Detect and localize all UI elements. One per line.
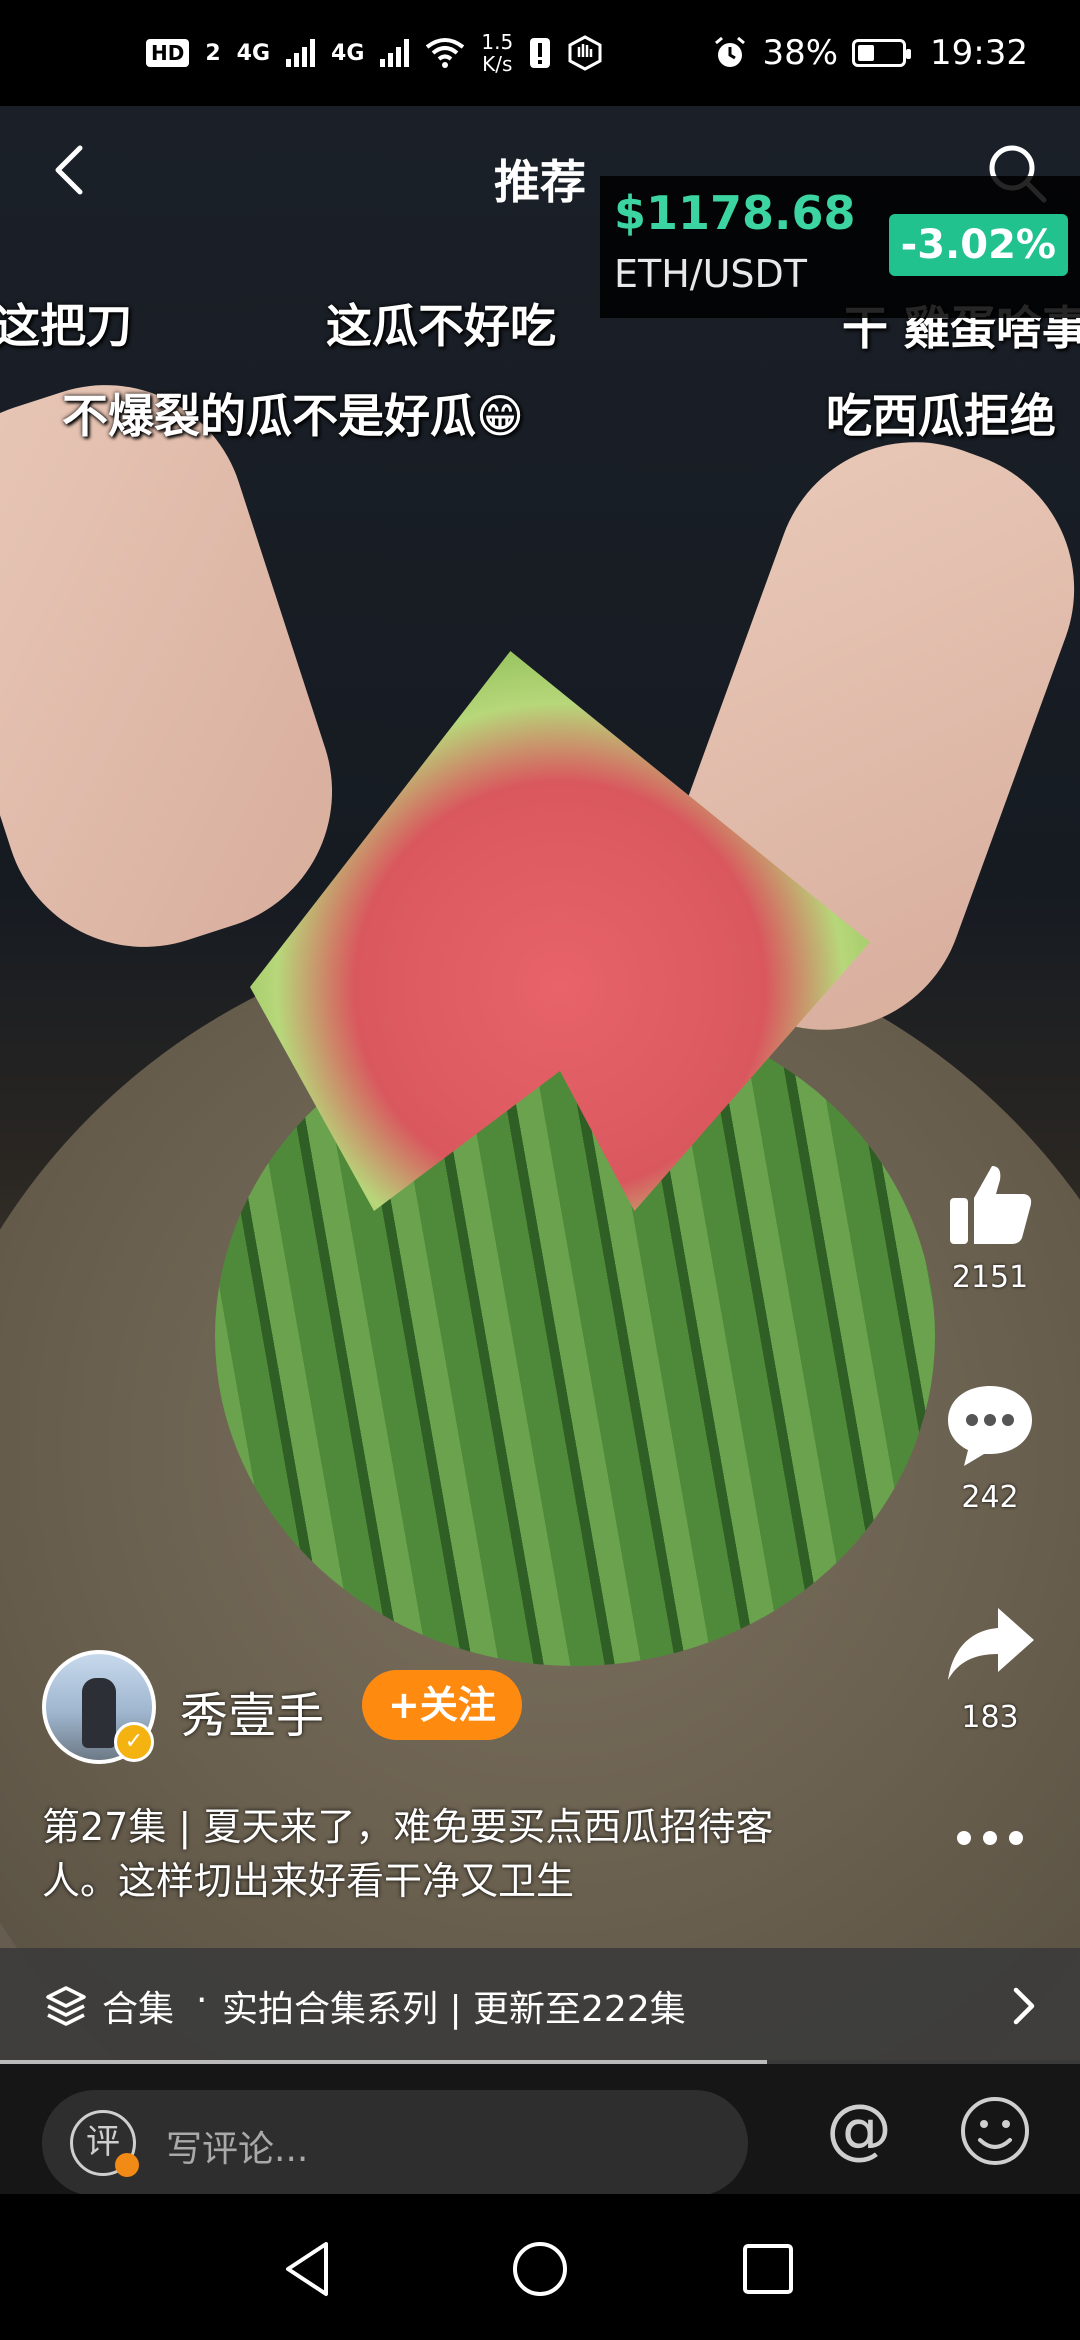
status-right: 38% 19:32 <box>712 0 1028 106</box>
wifi-icon <box>426 38 465 68</box>
nav-recents-icon[interactable] <box>733 2234 803 2304</box>
collection-separator: · <box>196 1980 208 2021</box>
alert-icon <box>530 38 551 68</box>
share-button[interactable]: 183 <box>930 1600 1050 1735</box>
ticker-change: -3.02% <box>888 214 1068 276</box>
hd-icon: HD <box>146 39 190 67</box>
share-count: 183 <box>961 1700 1019 1735</box>
thumbs-up-icon <box>950 1166 1032 1244</box>
collection-bar[interactable]: 合集 · 实拍合集系列 | 更新至222集 <box>0 1948 1080 2064</box>
comment-button[interactable]: 242 <box>930 1380 1050 1515</box>
chevron-right-icon <box>1013 1987 1035 2025</box>
comment-count: 242 <box>961 1480 1019 1515</box>
avatar-figure <box>82 1678 116 1748</box>
collection-label: 合集 <box>102 1989 175 2030</box>
ticker-pair: ETH/USDT <box>614 252 808 296</box>
status-left: HD 2 4G 4G 1.5 K/s <box>146 0 603 106</box>
battery-percent: 38% <box>762 33 839 73</box>
signal-icon-2 <box>380 39 410 67</box>
comment-placeholder: 写评论... <box>166 2129 309 2170</box>
battery-fill <box>858 45 875 61</box>
badge-dot <box>115 2153 139 2177</box>
danmaku-2: 这瓜不好吃 <box>326 299 556 353</box>
danmaku-3: 不爆裂的瓜不是好瓜😁 <box>62 389 524 443</box>
system-nav-bar <box>0 2194 1080 2340</box>
network-type-1: 4G <box>236 40 271 66</box>
battery-icon <box>852 39 912 67</box>
like-count: 2151 <box>951 1260 1029 1295</box>
comment-icon <box>948 1386 1032 1466</box>
comment-bar: 评 写评论... <box>0 2064 1080 2196</box>
network-type-2: 4G <box>331 40 365 66</box>
nav-home-icon[interactable] <box>505 2234 575 2304</box>
signal-icon <box>286 39 316 67</box>
ticker-price: $1178.68 <box>614 186 856 240</box>
comment-input[interactable]: 评 写评论... <box>42 2090 748 2196</box>
more-button[interactable] <box>930 1826 1050 1854</box>
danmaku-4: 吃西瓜拒绝 <box>826 389 1056 443</box>
author-name[interactable]: 秀壹手 <box>180 1676 324 1746</box>
nav-back-icon[interactable] <box>274 2234 344 2304</box>
speed-unit: K/s <box>482 52 513 76</box>
hand-icon <box>568 35 602 71</box>
alarm-icon <box>715 36 746 67</box>
layers-icon <box>46 1986 86 2026</box>
video-caption[interactable]: 第27集 | 夏天来了，难免要买点西瓜招待客人。这样切出来好看干净又卫生 <box>42 1800 832 1908</box>
at-mention-icon[interactable]: @ <box>826 2090 892 2167</box>
comment-badge-text: 评 <box>86 2122 120 2162</box>
comment-badge-icon: 评 <box>70 2110 139 2177</box>
danmaku-1: 这把刀 <box>0 299 132 353</box>
speed-value: 1.5 <box>481 30 514 54</box>
share-icon <box>948 1608 1034 1680</box>
like-button[interactable]: 2151 <box>930 1160 1050 1295</box>
collection-series: 实拍合集系列 | 更新至222集 <box>222 1989 686 2030</box>
more-icon <box>957 1831 1023 1845</box>
network-speed: 1.5 K/s <box>481 31 513 75</box>
emoji-icon[interactable] <box>958 2094 1032 2168</box>
verified-badge-icon: ✓ <box>114 1722 154 1762</box>
price-ticker[interactable]: $1178.68 ETH/USDT -3.02% <box>600 176 1080 318</box>
status-bar: HD 2 4G 4G 1.5 K/s 38% 19:32 <box>0 0 1080 106</box>
sim-slot-label: 2 <box>205 40 221 66</box>
follow-button[interactable]: +关注 <box>362 1670 522 1740</box>
clock: 19:32 <box>930 33 1028 73</box>
